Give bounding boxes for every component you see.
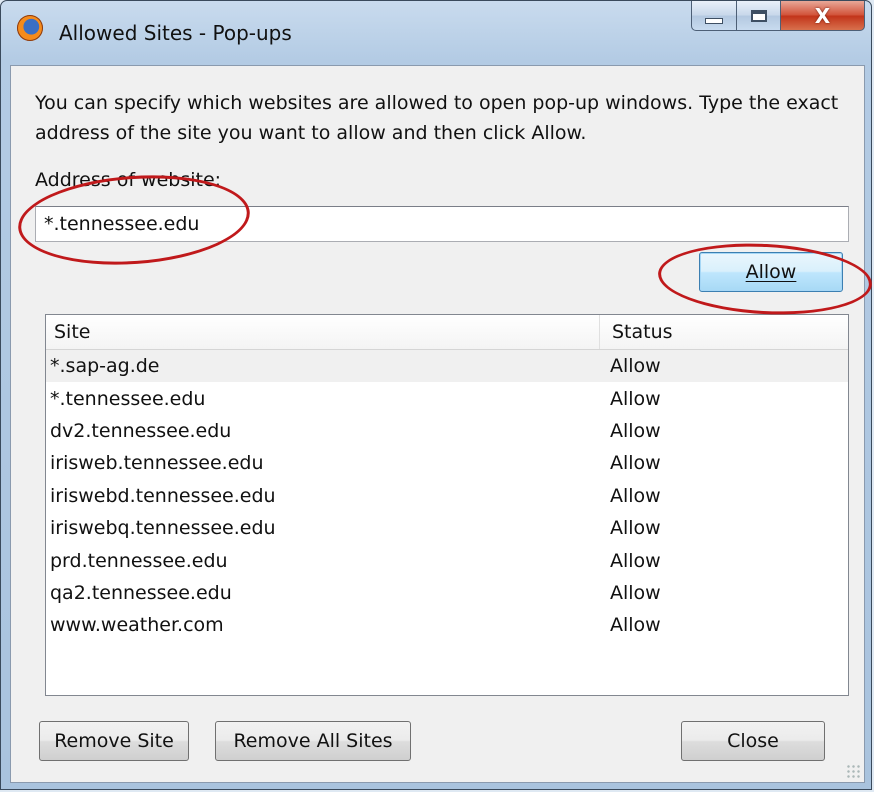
- row-status: Allow: [610, 419, 661, 442]
- address-input[interactable]: [35, 206, 849, 242]
- close-button-label: Close: [727, 730, 779, 752]
- row-site: qa2.tennessee.edu: [50, 581, 232, 604]
- address-label: Address of website:: [35, 169, 222, 191]
- list-row[interactable]: iriswebd.tennessee.edu Allow: [46, 480, 848, 512]
- row-site: prd.tennessee.edu: [50, 549, 228, 572]
- dialog-window: Allowed Sites - Pop-ups X You can specif…: [0, 0, 872, 790]
- row-site: iriswebq.tennessee.edu: [50, 517, 276, 540]
- list-row[interactable]: prd.tennessee.edu Allow: [46, 544, 848, 576]
- maximize-button[interactable]: [737, 1, 781, 31]
- close-window-button[interactable]: X: [781, 1, 865, 31]
- maximize-icon: [750, 9, 767, 22]
- row-site: *.sap-ag.de: [50, 355, 160, 378]
- list-header: Site Status: [46, 315, 848, 350]
- remove-all-sites-button[interactable]: Remove All Sites: [215, 721, 411, 761]
- title-bar[interactable]: Allowed Sites - Pop-ups X: [1, 1, 873, 45]
- sites-list[interactable]: Site Status *.sap-ag.de Allow *.tennessee.…: [45, 314, 849, 696]
- row-status: Allow: [610, 484, 661, 507]
- row-status: Allow: [610, 355, 661, 378]
- list-row[interactable]: dv2.tennessee.edu Allow: [46, 415, 848, 447]
- list-row[interactable]: irisweb.tennessee.edu Allow: [46, 447, 848, 479]
- allow-button[interactable]: Allow: [699, 252, 843, 292]
- list-rows: *.sap-ag.de Allow *.tennessee.edu Allow dv2.…: [46, 350, 848, 642]
- remove-all-sites-label: Remove All Sites: [233, 730, 393, 752]
- dialog-body: You can specify which websites are allow…: [10, 65, 865, 783]
- close-icon: X: [814, 3, 831, 28]
- minimize-icon: [705, 17, 723, 24]
- row-site: *.tennessee.edu: [50, 387, 206, 410]
- close-button[interactable]: Close: [681, 721, 825, 761]
- row-status: Allow: [610, 614, 661, 637]
- row-status: Allow: [610, 452, 661, 475]
- row-status: Allow: [610, 387, 661, 410]
- remove-site-label: Remove Site: [54, 730, 174, 752]
- list-row[interactable]: *.tennessee.edu Allow: [46, 382, 848, 414]
- firefox-icon: [17, 15, 43, 41]
- row-status: Allow: [610, 581, 661, 604]
- row-site: dv2.tennessee.edu: [50, 419, 232, 442]
- row-site: irisweb.tennessee.edu: [50, 452, 264, 475]
- intro-text: You can specify which websites are allow…: [35, 92, 839, 144]
- list-row[interactable]: *.sap-ag.de Allow: [46, 350, 848, 383]
- window-title: Allowed Sites - Pop-ups: [59, 21, 292, 45]
- row-site: www.weather.com: [50, 614, 224, 637]
- column-header-status[interactable]: Status: [600, 315, 848, 349]
- column-header-site[interactable]: Site: [46, 315, 600, 349]
- row-site: iriswebd.tennessee.edu: [50, 484, 276, 507]
- minimize-button[interactable]: [691, 1, 737, 31]
- list-row[interactable]: qa2.tennessee.edu Allow: [46, 577, 848, 609]
- caption-buttons: X: [691, 1, 865, 31]
- remove-site-button[interactable]: Remove Site: [39, 721, 189, 761]
- resize-grip-icon[interactable]: [846, 764, 860, 778]
- row-status: Allow: [610, 517, 661, 540]
- allow-button-label: Allow: [745, 261, 797, 283]
- list-row[interactable]: iriswebq.tennessee.edu Allow: [46, 512, 848, 544]
- list-row[interactable]: www.weather.com Allow: [46, 609, 848, 641]
- row-status: Allow: [610, 549, 661, 572]
